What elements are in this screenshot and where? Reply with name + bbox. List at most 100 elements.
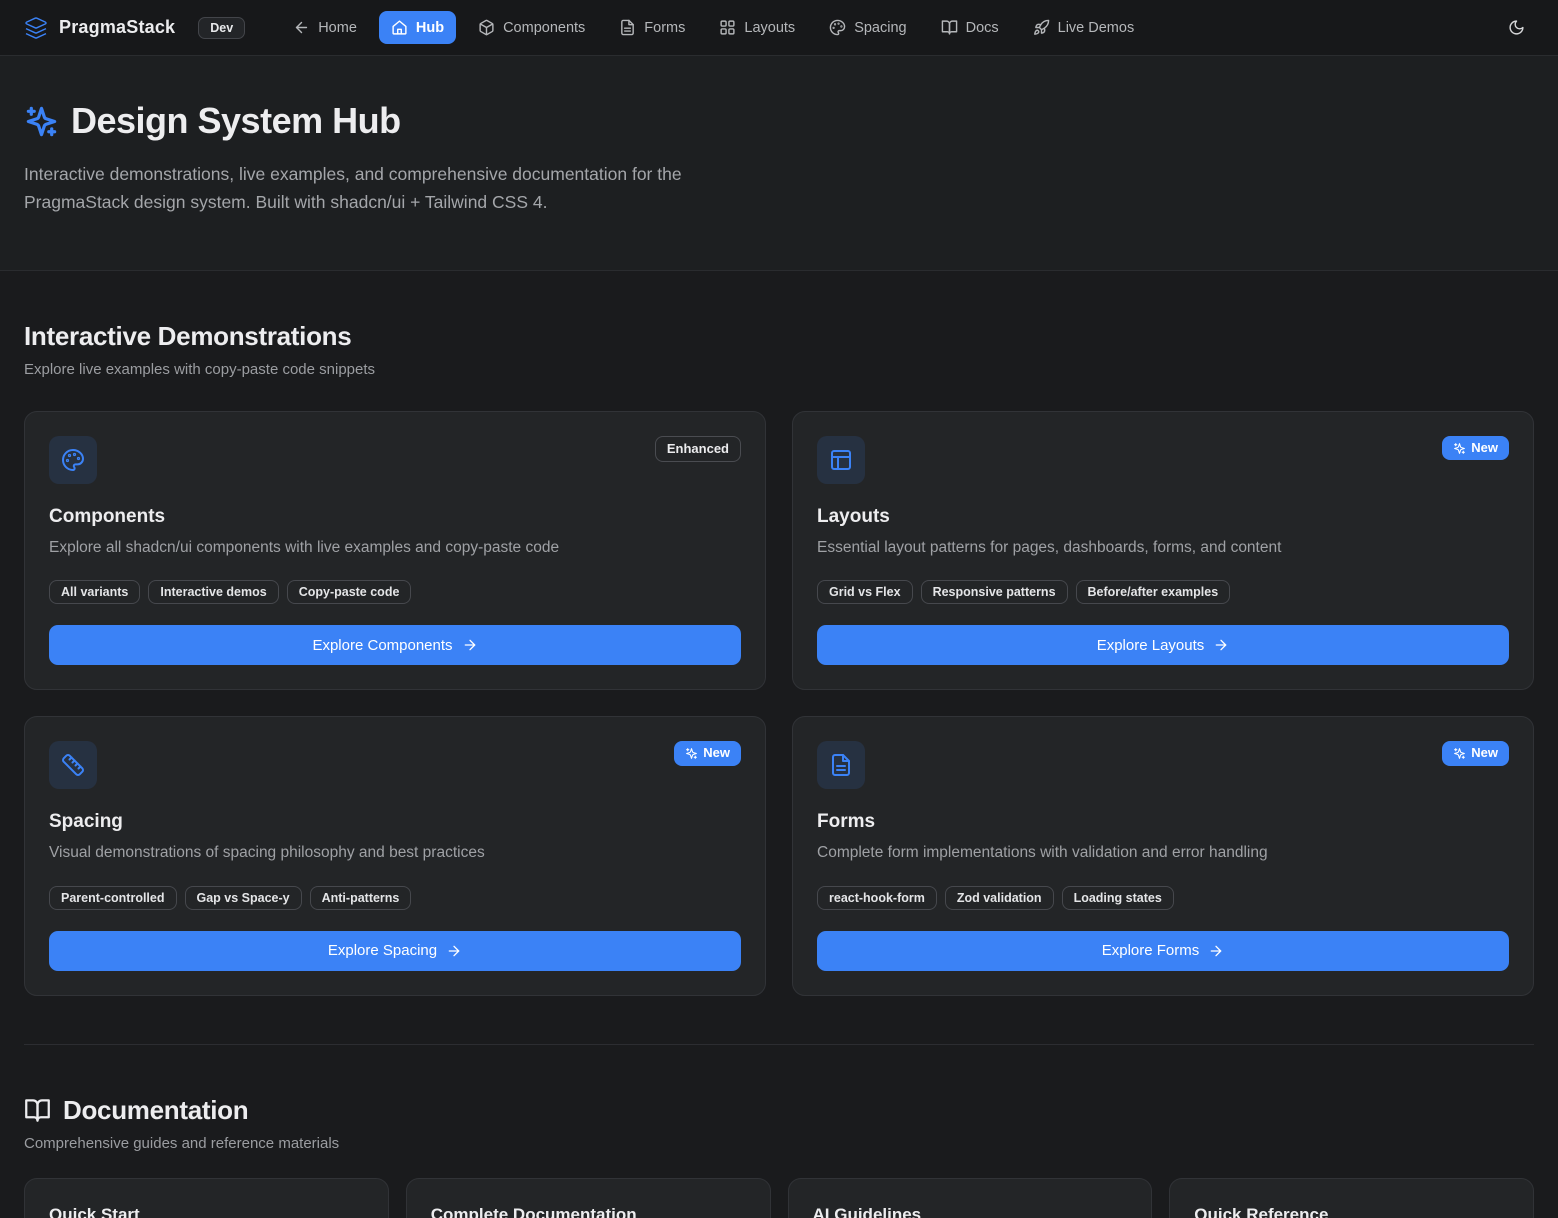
doc-card-ai-guidelines[interactable]: AI Guidelines Rules for AI code generati… <box>788 1178 1153 1218</box>
sparkles-icon <box>1453 442 1466 455</box>
card-description: Essential layout patterns for pages, das… <box>817 537 1509 559</box>
tag: Interactive demos <box>148 580 278 604</box>
tag-list: All variants Interactive demos Copy-past… <box>49 580 741 604</box>
card-description: Visual demonstrations of spacing philoso… <box>49 842 741 864</box>
badge-label: New <box>1471 745 1498 761</box>
hero-section: Design System Hub Interactive demonstrat… <box>0 56 1558 271</box>
nav-label: Live Demos <box>1058 20 1135 36</box>
nav-label: Home <box>318 20 357 36</box>
tag: Loading states <box>1062 886 1174 910</box>
cta-label: Explore Spacing <box>328 942 437 959</box>
ruler-icon <box>49 741 97 789</box>
sparkles-icon <box>1453 747 1466 760</box>
arrow-left-icon <box>293 19 310 36</box>
package-icon <box>478 19 495 36</box>
card-title: Forms <box>817 811 1509 833</box>
theme-toggle-button[interactable] <box>1498 10 1534 46</box>
tag-list: react-hook-form Zod validation Loading s… <box>817 886 1509 910</box>
nav-item-live-demos[interactable]: Live Demos <box>1021 11 1147 44</box>
tag: react-hook-form <box>817 886 937 910</box>
doc-card-title: Quick Reference <box>1194 1205 1509 1218</box>
tag: All variants <box>49 580 140 604</box>
hero-description: Interactive demonstrations, live example… <box>24 160 769 216</box>
nav-item-layouts[interactable]: Layouts <box>707 11 807 44</box>
panels-layout-icon <box>817 436 865 484</box>
sparkles-icon <box>24 104 59 139</box>
badge-label: New <box>1471 440 1498 456</box>
house-icon <box>391 19 408 36</box>
demo-card-forms: New Forms Complete form implementations … <box>792 716 1534 995</box>
nav-item-forms[interactable]: Forms <box>607 11 697 44</box>
rocket-icon <box>1033 19 1050 36</box>
top-navbar: PragmaStack Dev Home Hub Components Form… <box>0 0 1558 56</box>
card-title: Components <box>49 506 741 528</box>
doc-card-quick-start[interactable]: Quick Start 5-minute crash course <box>24 1178 389 1218</box>
arrow-right-icon <box>462 637 478 653</box>
section-divider <box>24 1044 1534 1045</box>
nav-item-components[interactable]: Components <box>466 11 597 44</box>
demo-card-components: Enhanced Components Explore all shadcn/u… <box>24 411 766 690</box>
main-content: Interactive Demonstrations Explore live … <box>0 321 1558 1218</box>
tag: Gap vs Space-y <box>185 886 302 910</box>
file-text-icon <box>619 19 636 36</box>
demo-cards-grid: Enhanced Components Explore all shadcn/u… <box>24 411 1534 996</box>
cta-label: Explore Forms <box>1102 942 1200 959</box>
cta-label: Explore Components <box>312 637 452 654</box>
doc-card-title: AI Guidelines <box>813 1205 1128 1218</box>
cta-label: Explore Layouts <box>1097 637 1205 654</box>
nav-label: Spacing <box>854 20 906 36</box>
nav-item-hub[interactable]: Hub <box>379 11 456 44</box>
tag: Parent-controlled <box>49 886 177 910</box>
card-title: Spacing <box>49 811 741 833</box>
card-description: Explore all shadcn/ui components with li… <box>49 537 741 559</box>
doc-card-title: Complete Documentation <box>431 1205 746 1218</box>
demos-heading: Interactive Demonstrations <box>24 321 1534 352</box>
card-title: Layouts <box>817 506 1509 528</box>
brand-name: PragmaStack <box>59 17 175 38</box>
moon-icon <box>1508 19 1525 36</box>
tag-list: Grid vs Flex Responsive patterns Before/… <box>817 580 1509 604</box>
doc-card-complete-documentation[interactable]: Complete Documentation Full design syste… <box>406 1178 771 1218</box>
tag: Grid vs Flex <box>817 580 913 604</box>
card-description: Complete form implementations with valid… <box>817 842 1509 864</box>
arrow-right-icon <box>1208 943 1224 959</box>
nav-item-spacing[interactable]: Spacing <box>817 11 918 44</box>
nav-label: Forms <box>644 20 685 36</box>
explore-components-button[interactable]: Explore Components <box>49 625 741 665</box>
nav-item-home[interactable]: Home <box>281 11 369 44</box>
enhanced-badge: Enhanced <box>655 436 741 462</box>
explore-forms-button[interactable]: Explore Forms <box>817 931 1509 971</box>
docs-heading: Documentation <box>63 1095 248 1126</box>
nav-label: Components <box>503 20 585 36</box>
new-badge: New <box>674 741 741 765</box>
env-badge: Dev <box>198 17 245 39</box>
layout-grid-icon <box>719 19 736 36</box>
explore-layouts-button[interactable]: Explore Layouts <box>817 625 1509 665</box>
demo-card-spacing: New Spacing Visual demonstrations of spa… <box>24 716 766 995</box>
layers-logo-icon <box>24 16 48 40</box>
doc-card-quick-reference[interactable]: Quick Reference Cheat sheet for lookups <box>1169 1178 1534 1218</box>
demos-subheading: Explore live examples with copy-paste co… <box>24 361 1534 378</box>
brand[interactable]: PragmaStack Dev <box>24 16 245 40</box>
main-nav: Home Hub Components Forms Layouts Spacin… <box>281 11 1146 44</box>
badge-label: New <box>703 745 730 761</box>
file-text-icon <box>817 741 865 789</box>
palette-icon <box>49 436 97 484</box>
nav-label: Hub <box>416 20 444 36</box>
new-badge: New <box>1442 741 1509 765</box>
demo-card-layouts: New Layouts Essential layout patterns fo… <box>792 411 1534 690</box>
tag: Copy-paste code <box>287 580 412 604</box>
tag-list: Parent-controlled Gap vs Space-y Anti-pa… <box>49 886 741 910</box>
sparkles-icon <box>685 747 698 760</box>
doc-card-title: Quick Start <box>49 1205 364 1218</box>
docs-cards-grid: Quick Start 5-minute crash course Comple… <box>24 1178 1534 1218</box>
explore-spacing-button[interactable]: Explore Spacing <box>49 931 741 971</box>
nav-label: Docs <box>966 20 999 36</box>
arrow-right-icon <box>446 943 462 959</box>
tag: Zod validation <box>945 886 1054 910</box>
nav-item-docs[interactable]: Docs <box>929 11 1011 44</box>
book-open-icon <box>24 1097 51 1124</box>
tag: Responsive patterns <box>921 580 1068 604</box>
docs-subheading: Comprehensive guides and reference mater… <box>24 1135 1534 1152</box>
tag: Before/after examples <box>1076 580 1231 604</box>
